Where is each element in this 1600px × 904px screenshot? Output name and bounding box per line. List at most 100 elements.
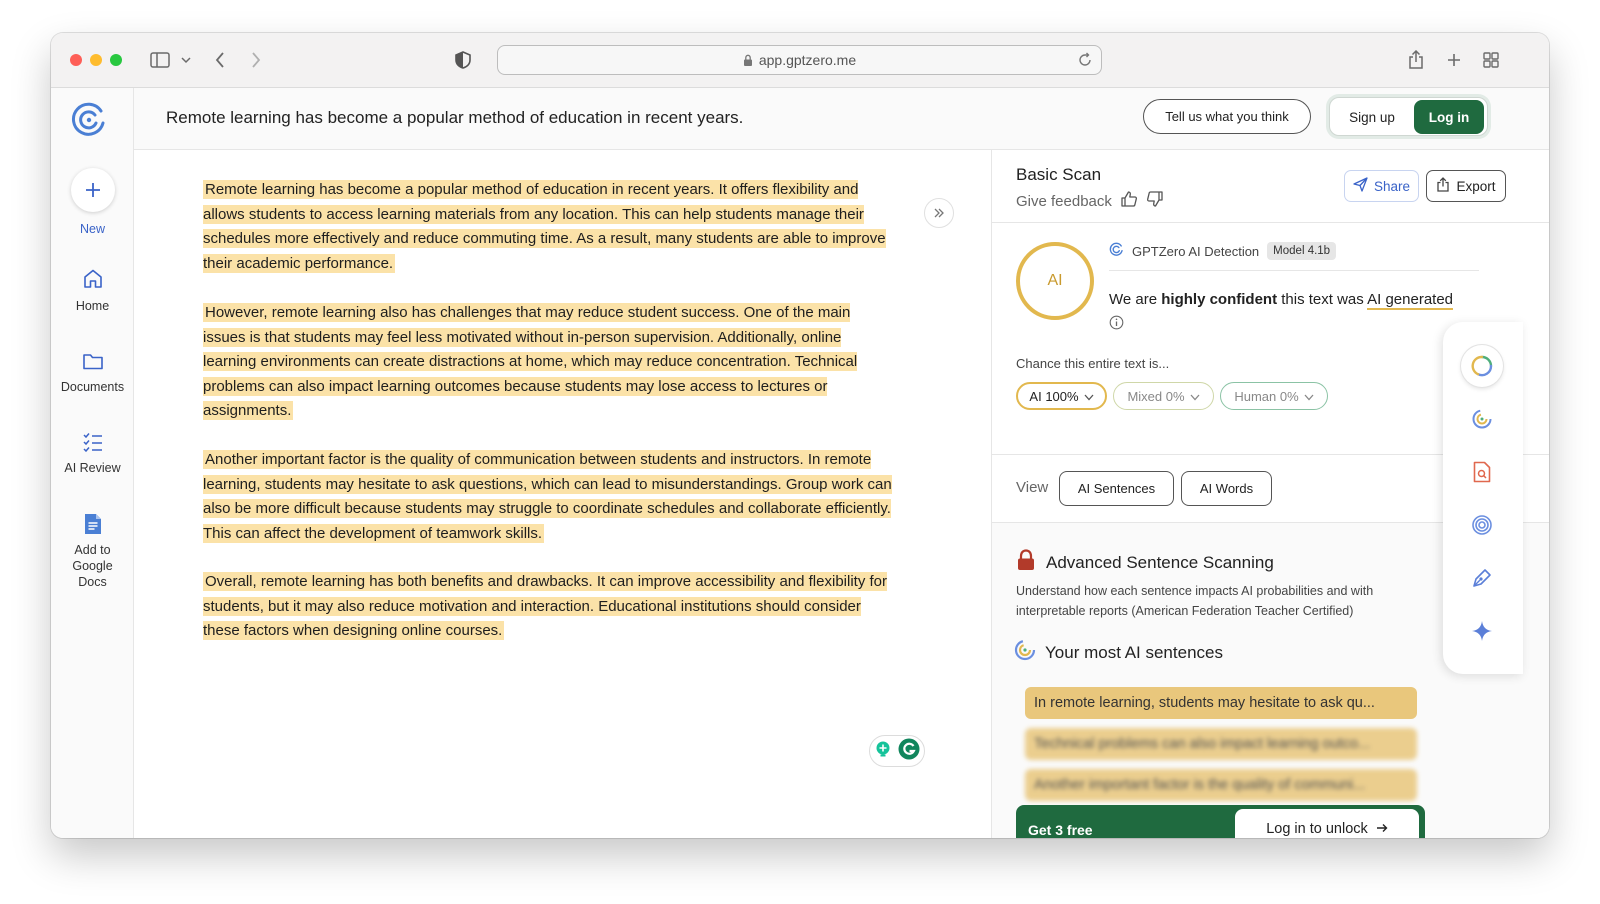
confidence-result: AI generated (1367, 291, 1454, 310)
thumbs-up-icon[interactable] (1120, 190, 1138, 212)
tab-overview-icon[interactable] (1478, 47, 1504, 73)
ai-sentence-card: Technical problems can also impact learn… (1025, 728, 1417, 760)
lightbulb-icon[interactable] (874, 740, 892, 763)
nav-ai-review[interactable]: AI Review (51, 432, 134, 475)
sidebar-toggle-icon[interactable] (147, 47, 173, 73)
highlighted-text: Remote learning has become a popular met… (203, 180, 886, 273)
share-label: Share (1373, 178, 1411, 194)
sparkle-icon[interactable] (1461, 610, 1503, 652)
chance-label: Chance this entire text is... (1016, 356, 1170, 371)
url-text: app.gptzero.me (758, 52, 857, 68)
collapse-panel-button[interactable] (924, 198, 954, 228)
ai-detect-icon[interactable] (1461, 398, 1503, 440)
nav-google-docs[interactable]: Add to Google Docs (51, 513, 134, 590)
chevron-down-icon[interactable] (173, 47, 199, 73)
unlock-button-label: Log in to unlock (1266, 821, 1368, 837)
unlock-free-label: Get 3 free (1028, 822, 1093, 838)
highlighted-text: Another important factor is the quality … (203, 450, 892, 543)
divider (1109, 270, 1479, 271)
send-icon (1353, 177, 1368, 195)
new-tab-icon[interactable] (1441, 47, 1467, 73)
divider (992, 222, 1549, 223)
home-icon (51, 268, 134, 290)
folder-icon (51, 351, 134, 371)
confidence-statement: We are highly confident this text was AI… (1109, 291, 1454, 310)
unlock-banner: Get 3 free Log in to unlock (1016, 805, 1425, 838)
model-badge: Model 4.1b (1267, 242, 1337, 260)
grammarly-widget[interactable] (869, 735, 925, 767)
address-bar[interactable]: app.gptzero.me (497, 45, 1102, 75)
ai-sentences-button[interactable]: AI Sentences (1059, 471, 1174, 506)
forward-icon[interactable] (243, 47, 269, 73)
google-docs-icon (51, 513, 134, 535)
ai-probability-label: AI 100% (1029, 388, 1079, 404)
paragraph-3[interactable]: Another important factor is the quality … (203, 448, 893, 546)
give-feedback-label: Give feedback (1016, 192, 1112, 210)
most-ai-title-row: Your most AI sentences (1014, 639, 1223, 666)
lock-icon (1016, 549, 1036, 576)
browser-titlebar: app.gptzero.me (51, 33, 1549, 88)
nav-new-label: New (79, 222, 105, 236)
human-probability-dropdown[interactable]: Human 0% (1220, 382, 1328, 410)
minimize-window-button[interactable] (90, 54, 102, 66)
nav-home-label: Home (75, 299, 110, 313)
ai-words-button[interactable]: AI Words (1181, 471, 1272, 506)
browser-window: app.gptzero.me New Home Documents AI Rev… (51, 33, 1549, 838)
tell-us-button[interactable]: Tell us what you think (1143, 99, 1311, 134)
nav-new[interactable]: New (51, 168, 134, 236)
reload-icon[interactable] (1077, 52, 1093, 71)
login-to-unlock-button[interactable]: Log in to unlock (1235, 809, 1419, 838)
ai-probability-dropdown[interactable]: AI 100% (1016, 382, 1107, 410)
arrow-right-icon (1376, 821, 1388, 837)
highlighted-text: However, remote learning also has challe… (203, 303, 858, 420)
info-icon[interactable] (1109, 315, 1124, 335)
advanced-title-row: Advanced Sentence Scanning (1016, 549, 1274, 576)
pen-icon[interactable] (1461, 557, 1503, 599)
grammarly-icon[interactable] (898, 738, 920, 765)
share-button[interactable]: Share (1344, 170, 1419, 202)
document-search-icon[interactable] (1461, 451, 1503, 493)
share-page-icon[interactable] (1403, 47, 1429, 73)
detector-row: GPTZero AI Detection Model 4.1b (1109, 242, 1337, 260)
zoom-window-button[interactable] (110, 54, 122, 66)
nav-home[interactable]: Home (51, 268, 134, 313)
confidence-mid: this text was (1281, 291, 1364, 308)
app-header: Remote learning has become a popular met… (134, 88, 1549, 150)
nav-documents-label: Documents (60, 380, 125, 394)
loading-spinner-icon[interactable] (1461, 345, 1503, 387)
view-label: View (1016, 479, 1049, 496)
plus-icon[interactable] (70, 168, 115, 212)
detector-name: GPTZero AI Detection (1132, 243, 1260, 259)
chevron-down-icon (1304, 389, 1314, 404)
advanced-description: Understand how each sentence impacts AI … (1016, 584, 1374, 618)
signup-button[interactable]: Sign up (1333, 101, 1411, 133)
nav-google-docs-label: Add to Google Docs (72, 543, 113, 589)
text-editor[interactable]: Remote learning has become a popular met… (134, 150, 991, 838)
confidence-level: highly confident (1161, 291, 1278, 308)
checklist-icon (51, 432, 134, 452)
fingerprint-icon[interactable] (1461, 504, 1503, 546)
confidence-prefix: We are (1109, 291, 1158, 308)
thumbs-down-icon[interactable] (1146, 190, 1164, 212)
privacy-shield-icon[interactable] (450, 47, 476, 73)
nav-documents[interactable]: Documents (51, 351, 134, 394)
export-button[interactable]: Export (1426, 170, 1506, 202)
floating-toolbar (1443, 322, 1523, 674)
give-feedback-row: Give feedback (1016, 190, 1164, 212)
lock-icon (743, 54, 753, 67)
document-title: Remote learning has become a popular met… (166, 108, 744, 127)
ai-circle-label: AI (1047, 272, 1063, 289)
ai-sentence-card[interactable]: In remote learning, students may hesitat… (1025, 687, 1417, 719)
close-window-button[interactable] (70, 54, 82, 66)
gptzero-small-icon (1109, 242, 1124, 260)
paragraph-4[interactable]: Overall, remote learning has both benefi… (203, 570, 893, 644)
login-button[interactable]: Log in (1414, 100, 1484, 134)
nav-ai-review-label: AI Review (64, 461, 121, 475)
paragraph-2[interactable]: However, remote learning also has challe… (203, 301, 893, 424)
highlighted-text: Overall, remote learning has both benefi… (203, 572, 887, 640)
ai-sentence-card: Another important factor is the quality … (1025, 769, 1417, 801)
back-icon[interactable] (207, 47, 233, 73)
mixed-probability-dropdown[interactable]: Mixed 0% (1113, 382, 1214, 410)
gptzero-logo[interactable] (70, 101, 108, 139)
paragraph-1[interactable]: Remote learning has become a popular met… (203, 178, 893, 276)
